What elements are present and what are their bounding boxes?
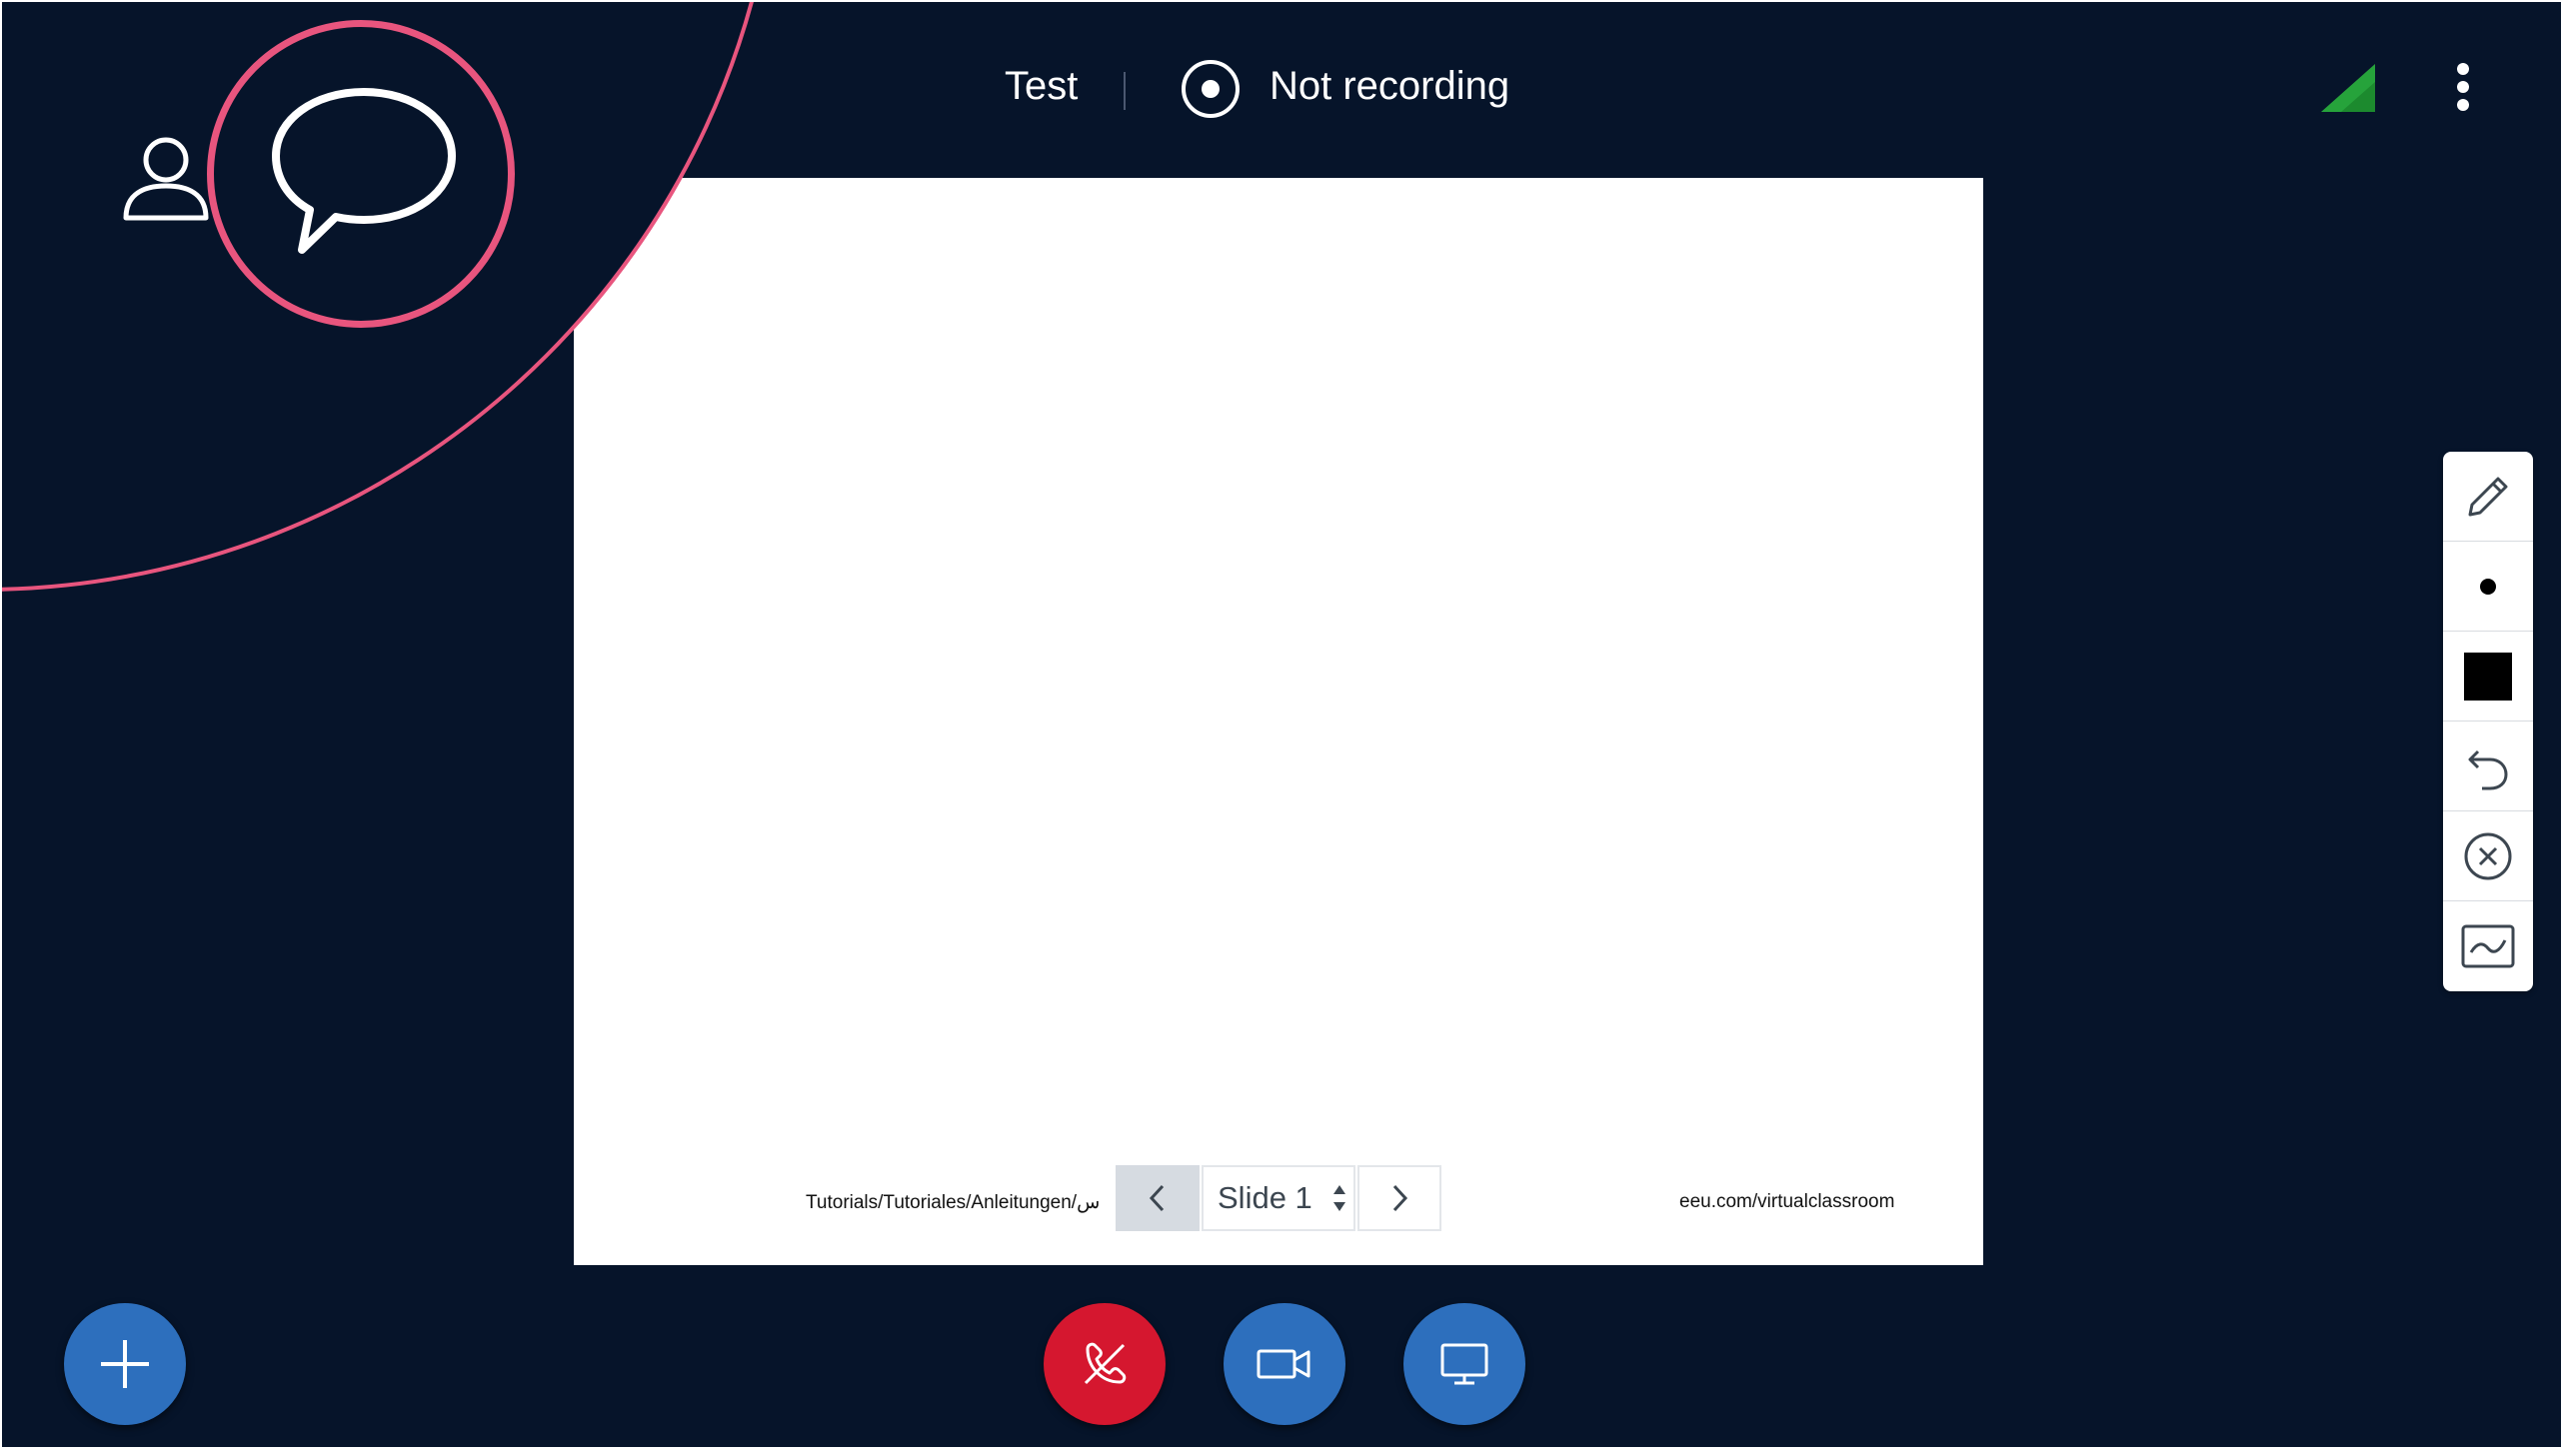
- slide-select[interactable]: Slide 1: [1202, 1165, 1355, 1231]
- share-webcam-button[interactable]: [1224, 1303, 1345, 1425]
- previous-slide-button[interactable]: [1116, 1165, 1200, 1231]
- annotation-toolbar: [2443, 452, 2533, 991]
- share-screen-button[interactable]: [1403, 1303, 1525, 1425]
- bottom-controls: [2, 1291, 2561, 1441]
- pencil-icon: [2468, 477, 2508, 516]
- undo-icon: [2468, 749, 2508, 789]
- slide-footer-right: eeu.com/virtualclassroom: [1679, 1191, 1895, 1212]
- conference-app: Test Not recording Tutorials/Tutoriales/…: [2, 2, 2561, 1447]
- overlay-panel: [2, 2, 782, 781]
- user-icon[interactable]: [120, 132, 212, 224]
- thickness-dot-icon: [2480, 578, 2496, 595]
- multi-user-whiteboard-button[interactable]: [2443, 901, 2533, 991]
- presentation-slide[interactable]: Tutorials/Tutoriales/Anleitungen/س eeu.c…: [574, 178, 1983, 1265]
- multi-user-whiteboard-icon: [2461, 924, 2515, 968]
- more-vertical-icon[interactable]: [2451, 60, 2475, 120]
- pencil-tool-button[interactable]: [2443, 452, 2533, 542]
- clear-annotations-button[interactable]: [2443, 811, 2533, 901]
- leave-audio-button[interactable]: [1044, 1303, 1166, 1425]
- next-slide-button[interactable]: [1357, 1165, 1441, 1231]
- video-camera-icon: [1257, 1349, 1310, 1379]
- signal-icon[interactable]: [2321, 64, 2375, 112]
- color-square-icon: [2464, 652, 2512, 701]
- plus-icon: [101, 1340, 149, 1388]
- chevron-left-icon: [1149, 1184, 1165, 1212]
- record-icon: [1202, 80, 1220, 98]
- title-separator: [1124, 72, 1126, 110]
- undo-button[interactable]: [2443, 722, 2533, 811]
- color-button[interactable]: [2443, 632, 2533, 722]
- chevron-right-icon: [1392, 1184, 1408, 1212]
- select-arrows-icon: [1333, 1185, 1345, 1211]
- record-button[interactable]: [1182, 60, 1240, 118]
- slide-navigation: Slide 1: [1116, 1165, 1443, 1231]
- thickness-button[interactable]: [2443, 542, 2533, 632]
- actions-button[interactable]: [64, 1303, 186, 1425]
- current-slide-label: Slide 1: [1218, 1180, 1312, 1215]
- desktop-icon: [1440, 1343, 1488, 1385]
- phone-hangup-icon: [1084, 1342, 1127, 1385]
- clear-icon: [2464, 832, 2512, 879]
- meeting-title: Test: [1005, 64, 1079, 108]
- chat-bubble-icon[interactable]: [270, 86, 458, 262]
- recording-status: Not recording: [1270, 64, 1510, 108]
- slide-footer-left: Tutorials/Tutoriales/Anleitungen/س: [806, 1192, 1101, 1213]
